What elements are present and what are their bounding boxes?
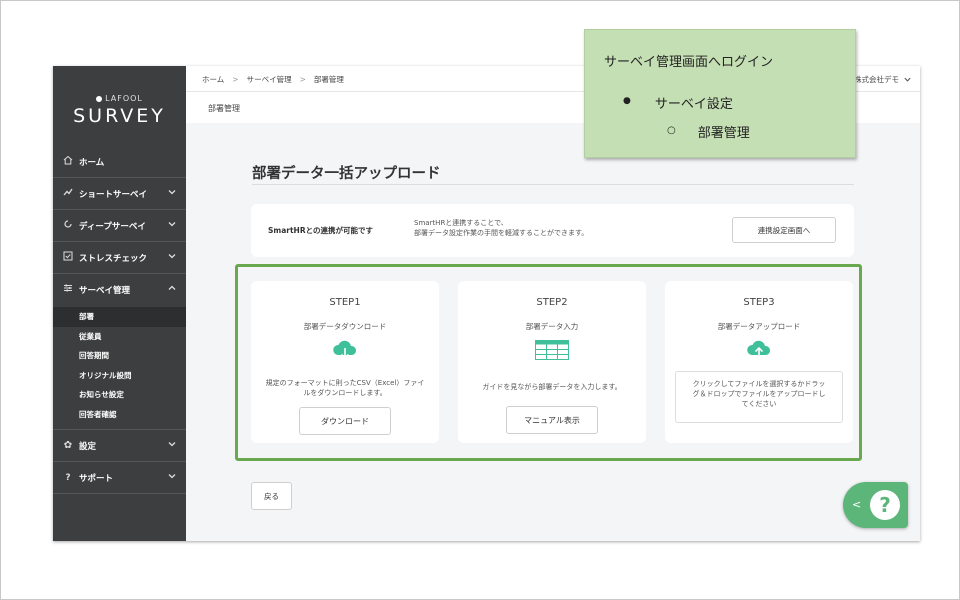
breadcrumb-home[interactable]: ホーム: [202, 74, 224, 85]
help-question-icon: ?: [870, 490, 900, 520]
divider: [53, 493, 186, 494]
bullet-icon: ●: [623, 96, 631, 106]
logo[interactable]: LAFOOL SURVEY: [53, 94, 186, 127]
smarthr-description: SmartHRと連携することで、 部署データ設定作業の手間を軽減することができま…: [414, 218, 588, 238]
sidebar-subitem-employees[interactable]: 従業員: [53, 327, 186, 347]
sidebar-item-home[interactable]: ホーム: [53, 146, 186, 177]
trend-icon: [62, 187, 74, 200]
sidebar-item-label: ストレスチェック: [79, 253, 148, 264]
page-title: 部署データ一括アップロード: [252, 166, 441, 182]
company-menu[interactable]: 株式会社デモ: [854, 74, 912, 85]
sidebar-nav: ホーム ショートサーベイ ディープサーベイ ストレスチェック サーベイ管理 部署…: [53, 146, 186, 494]
breadcrumb-separator-icon: >: [232, 75, 239, 84]
sidebar-subitem-departments[interactable]: 部署: [53, 307, 186, 327]
survey-admin-submenu: 部署 従業員 回答期間 オリジナル設問 お知らせ設定 回答者確認: [53, 305, 186, 429]
sidebar-subitem-notification-settings[interactable]: お知らせ設定: [53, 385, 186, 405]
sidebar-subitem-original-questions[interactable]: オリジナル設問: [53, 366, 186, 386]
chevron-down-icon: [168, 190, 176, 195]
sidebar-item-label: サポート: [79, 473, 114, 484]
steps-highlight-frame: [235, 264, 862, 461]
sub-bullet-icon: ○: [667, 125, 676, 136]
smarthr-settings-button[interactable]: 連携設定画面へ: [732, 217, 836, 243]
chevron-down-icon: [168, 474, 176, 479]
note-title: サーベイ管理画面へログイン: [604, 55, 774, 70]
page-label: 部署管理: [208, 104, 240, 113]
breadcrumb-current: 部署管理: [313, 75, 344, 84]
chevron-up-icon: [168, 285, 176, 290]
logo-sub: LAFOOL: [53, 94, 186, 103]
gear-icon: ✿: [63, 440, 73, 451]
smarthr-info-card: SmartHRとの連携が可能です SmartHRと連携することで、 部署データ設…: [251, 204, 854, 257]
sidebar-item-label: 設定: [79, 441, 97, 452]
chevron-down-icon: [168, 254, 176, 259]
note-line-1: ● サーベイ設定: [623, 93, 733, 112]
note-line-2: ○ 部署管理: [667, 122, 750, 141]
logo-dot-icon: [96, 95, 103, 102]
divider: [252, 184, 854, 185]
sidebar-item-support[interactable]: ? サポート: [53, 462, 186, 493]
sidebar-item-label: サーベイ管理: [79, 285, 131, 296]
logo-main: SURVEY: [73, 105, 166, 127]
logo-sub-text: LAFOOL: [105, 94, 143, 103]
loop-icon: [62, 219, 74, 232]
question-icon: ?: [65, 472, 71, 483]
sidebar-item-settings[interactable]: ✿ 設定: [53, 430, 186, 461]
sidebar-item-survey-admin[interactable]: サーベイ管理: [53, 274, 186, 305]
sliders-icon: [62, 283, 74, 296]
sidebar-item-stress-check[interactable]: ストレスチェック: [53, 242, 186, 273]
chevron-down-icon: [904, 77, 911, 82]
sidebar-item-deep-survey[interactable]: ディープサーベイ: [53, 210, 186, 241]
help-widget[interactable]: < ?: [843, 482, 908, 528]
company-name: 株式会社デモ: [854, 75, 899, 84]
note-subitem: 部署管理: [697, 126, 750, 141]
chevron-left-icon: <: [852, 498, 862, 511]
breadcrumb-survey-admin[interactable]: サーベイ管理: [247, 74, 292, 85]
sidebar-item-label: ホーム: [79, 157, 105, 168]
chevron-down-icon: [168, 442, 176, 447]
smarthr-heading: SmartHRとの連携が可能です: [268, 226, 374, 235]
sidebar-subitem-answer-period[interactable]: 回答期間: [53, 346, 186, 366]
sidebar: LAFOOL SURVEY ホーム ショートサーベイ ディープサーベイ ストレス…: [53, 66, 186, 541]
smarthr-description-line: SmartHRと連携することで、: [414, 219, 508, 227]
sidebar-subitem-respondent-check[interactable]: 回答者確認: [53, 405, 186, 425]
note-item: サーベイ設定: [654, 97, 733, 112]
check-box-icon: [62, 251, 74, 264]
breadcrumb-separator-icon: >: [299, 75, 306, 84]
breadcrumb: ホーム > サーベイ管理 > 部署管理: [202, 74, 344, 85]
chevron-down-icon: [168, 222, 176, 227]
sidebar-item-label: ショートサーベイ: [79, 189, 148, 200]
sidebar-item-label: ディープサーベイ: [79, 221, 146, 232]
instruction-note: サーベイ管理画面へログイン ● サーベイ設定 ○ 部署管理: [584, 29, 856, 158]
sidebar-item-short-survey[interactable]: ショートサーベイ: [53, 178, 186, 209]
back-button[interactable]: 戻る: [251, 482, 292, 510]
home-icon: [62, 155, 74, 168]
smarthr-description-line: 部署データ設定作業の手間を軽減することができます。: [414, 229, 589, 237]
